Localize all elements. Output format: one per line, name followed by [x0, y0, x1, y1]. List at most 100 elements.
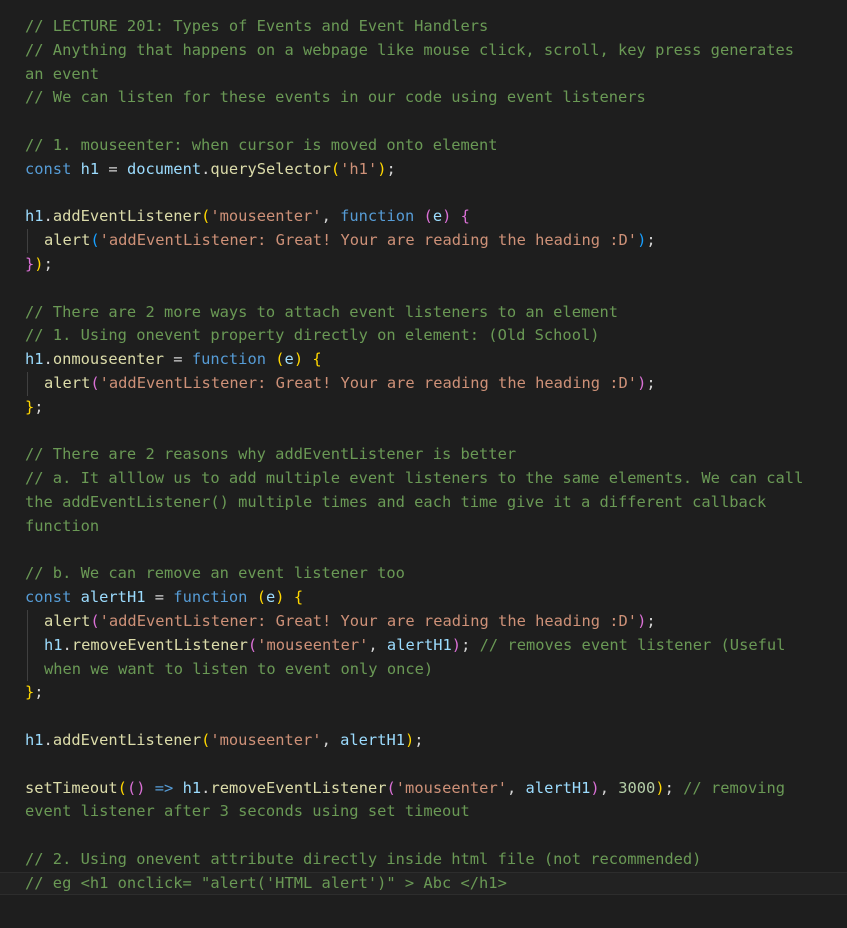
- code-token: }: [25, 683, 35, 702]
- code-token: ;: [461, 635, 480, 654]
- code-token: // There are 2 reasons why addEventListe…: [25, 445, 517, 464]
- code-line[interactable]: h1.addEventListener('mouseenter', functi…: [25, 205, 847, 229]
- code-token: (: [90, 231, 100, 250]
- code-token: // removing: [683, 778, 786, 797]
- code-token: onmouseenter: [52, 350, 165, 369]
- code-line[interactable]: };: [25, 396, 847, 420]
- code-token: ,: [368, 635, 387, 654]
- code-token: the addEventListener() multiple times an…: [25, 492, 767, 511]
- code-token: ;: [43, 254, 53, 273]
- code-token: ): [655, 778, 665, 797]
- code-token: function: [191, 350, 266, 369]
- code-token: ;: [34, 683, 44, 702]
- code-token: =: [164, 350, 192, 369]
- code-line[interactable]: alert('addEventListener: Great! Your are…: [25, 609, 847, 634]
- code-token: ;: [646, 373, 656, 392]
- code-token: 'mouseenter': [257, 635, 369, 654]
- code-line[interactable]: [25, 824, 847, 848]
- code-token: // Anything that happens on a webpage li…: [25, 40, 795, 59]
- code-token: ,: [506, 778, 526, 797]
- code-line[interactable]: h1.onmouseenter = function (e) {: [25, 348, 847, 372]
- code-line[interactable]: when we want to listen to event only onc…: [25, 657, 847, 682]
- code-token: // 1. mouseenter: when cursor is moved o…: [25, 135, 498, 154]
- indent-guide: [27, 371, 28, 396]
- code-token: ;: [646, 611, 656, 630]
- code-token: an event: [25, 64, 100, 83]
- code-token: const: [25, 588, 81, 607]
- code-line[interactable]: the addEventListener() multiple times an…: [25, 491, 847, 515]
- code-line[interactable]: // 1. Using onevent property directly on…: [25, 324, 847, 348]
- code-line[interactable]: h1.removeEventListener('mouseenter', ale…: [25, 633, 847, 658]
- code-line[interactable]: // LECTURE 201: Types of Events and Even…: [25, 15, 847, 39]
- code-token: // There are 2 more ways to attach event…: [25, 302, 619, 321]
- code-token: 'addEventListener: Great! Your are readi…: [99, 373, 638, 392]
- code-token: querySelector: [210, 159, 331, 178]
- code-token: // removes event listener (Useful: [479, 635, 786, 654]
- code-token: alertH1: [525, 778, 591, 797]
- code-line[interactable]: function: [25, 515, 847, 539]
- code-line[interactable]: an event: [25, 63, 847, 87]
- code-line[interactable]: event listener after 3 seconds using set…: [25, 800, 847, 824]
- code-token: =>: [154, 778, 174, 797]
- code-line[interactable]: [25, 539, 847, 563]
- code-line[interactable]: // 1. mouseenter: when cursor is moved o…: [25, 134, 847, 158]
- code-token: function: [173, 588, 248, 607]
- code-line[interactable]: // eg <h1 onclick= "alert('HTML alert')"…: [0, 871, 847, 896]
- code-token: // 1. Using onevent property directly on…: [25, 326, 600, 345]
- code-line[interactable]: });: [25, 253, 847, 277]
- code-token: (: [90, 373, 100, 392]
- code-line[interactable]: // a. It alllow us to add multiple event…: [25, 467, 847, 491]
- indent-guide: [27, 229, 28, 253]
- code-line[interactable]: setTimeout(() => h1.removeEventListener(…: [25, 777, 847, 801]
- code-line[interactable]: // There are 2 reasons why addEventListe…: [25, 443, 847, 467]
- code-line[interactable]: };: [25, 681, 847, 705]
- code-line[interactable]: h1.addEventListener('mouseenter', alertH…: [25, 729, 847, 753]
- code-token: (: [201, 730, 211, 749]
- code-editor[interactable]: // LECTURE 201: Types of Events and Even…: [0, 0, 847, 928]
- code-token: h1: [25, 350, 44, 369]
- code-line[interactable]: // We can listen for these events in our…: [25, 86, 847, 110]
- code-token: (: [201, 207, 211, 226]
- code-token: }: [25, 397, 35, 416]
- code-line[interactable]: const h1 = document.querySelector('h1');: [25, 158, 847, 182]
- code-line[interactable]: [25, 182, 847, 206]
- code-line[interactable]: alert('addEventListener: Great! Your are…: [25, 371, 847, 396]
- code-token: .: [201, 159, 211, 178]
- code-token: ,: [321, 730, 341, 749]
- code-line[interactable]: alert('addEventListener: Great! Your are…: [25, 229, 847, 253]
- code-token: (: [90, 611, 100, 630]
- code-token: (): [126, 778, 146, 797]
- code-line[interactable]: // Anything that happens on a webpage li…: [25, 39, 847, 63]
- code-token: // a. It alllow us to add multiple event…: [25, 469, 804, 488]
- code-line[interactable]: [25, 110, 847, 134]
- code-line[interactable]: // There are 2 more ways to attach event…: [25, 301, 847, 325]
- code-line[interactable]: [25, 420, 847, 444]
- code-token: =: [145, 588, 174, 607]
- code-token: document: [126, 159, 202, 178]
- code-line[interactable]: const alertH1 = function (e) {: [25, 586, 847, 610]
- code-line[interactable]: [25, 705, 847, 729]
- code-token: h1: [25, 207, 44, 226]
- code-token: ;: [414, 730, 424, 749]
- code-token: (: [330, 159, 341, 178]
- code-token: ): [637, 611, 647, 630]
- code-token: (: [256, 588, 266, 607]
- code-token: =: [99, 159, 127, 178]
- code-token: ;: [664, 778, 684, 797]
- code-line[interactable]: [25, 753, 847, 777]
- code-line[interactable]: // 2. Using onevent attribute directly i…: [25, 848, 847, 872]
- code-token: addEventListener: [52, 730, 202, 749]
- code-line[interactable]: [25, 277, 847, 301]
- code-token: addEventListener: [52, 207, 202, 226]
- code-token: alert: [44, 373, 91, 392]
- code-token: .: [43, 350, 53, 369]
- code-line[interactable]: // b. We can remove an event listener to…: [25, 562, 847, 586]
- indent-guide: [27, 633, 28, 658]
- code-token: // We can listen for these events in our…: [25, 88, 646, 107]
